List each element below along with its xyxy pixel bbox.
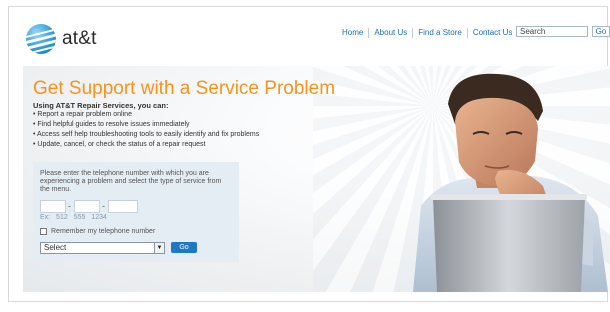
remember-label: Remember my telephone number xyxy=(51,228,156,235)
chevron-down-icon[interactable]: ▼ xyxy=(154,243,164,253)
panel-instructions: Please enter the telephone number with w… xyxy=(40,170,222,193)
nav-find-a-store[interactable]: Find a Store xyxy=(412,28,467,38)
nav-home[interactable]: Home xyxy=(337,28,368,38)
top-nav: Home About Us Find a Store Contact Us xyxy=(337,28,517,38)
nav-contact-us[interactable]: Contact Us xyxy=(466,28,518,38)
remember-phone-option[interactable]: Remember my telephone number xyxy=(40,228,155,235)
go-button[interactable]: Go xyxy=(171,242,197,253)
service-type-select[interactable]: Select ▼ xyxy=(40,242,165,254)
phone-entry-panel: Please enter the telephone number with w… xyxy=(33,162,239,262)
att-logo[interactable]: at&t xyxy=(26,24,97,54)
globe-icon xyxy=(26,24,56,54)
line-number-input[interactable] xyxy=(108,200,138,213)
page-title: Get Support with a Service Problem xyxy=(33,78,336,99)
list-item: Find helpful guides to resolve issues im… xyxy=(33,120,259,130)
services-subhead: Using AT&T Repair Services, you can: xyxy=(33,101,169,110)
hero-banner: Get Support with a Service Problem Using… xyxy=(23,66,610,292)
search-input[interactable]: Search xyxy=(516,26,588,37)
services-list: Report a repair problem online Find help… xyxy=(33,110,259,150)
nav-about-us[interactable]: About Us xyxy=(368,28,412,38)
search-go-button[interactable]: Go xyxy=(592,26,610,37)
select-value: Select xyxy=(44,243,67,252)
phone-dash: - xyxy=(68,201,71,211)
prefix-input[interactable] xyxy=(74,200,100,213)
area-code-input[interactable] xyxy=(40,200,66,213)
remember-checkbox[interactable] xyxy=(40,228,47,235)
list-item: Report a repair problem online xyxy=(33,110,259,120)
list-item: Access self help troubleshooting tools t… xyxy=(33,130,259,140)
man-with-laptop-image xyxy=(413,73,608,292)
list-item: Update, cancel, or check the status of a… xyxy=(33,140,259,150)
phone-dash: - xyxy=(102,201,105,211)
phone-example-hint: Ex: 512 555 1234 xyxy=(40,214,107,221)
logo-text: at&t xyxy=(62,28,97,49)
